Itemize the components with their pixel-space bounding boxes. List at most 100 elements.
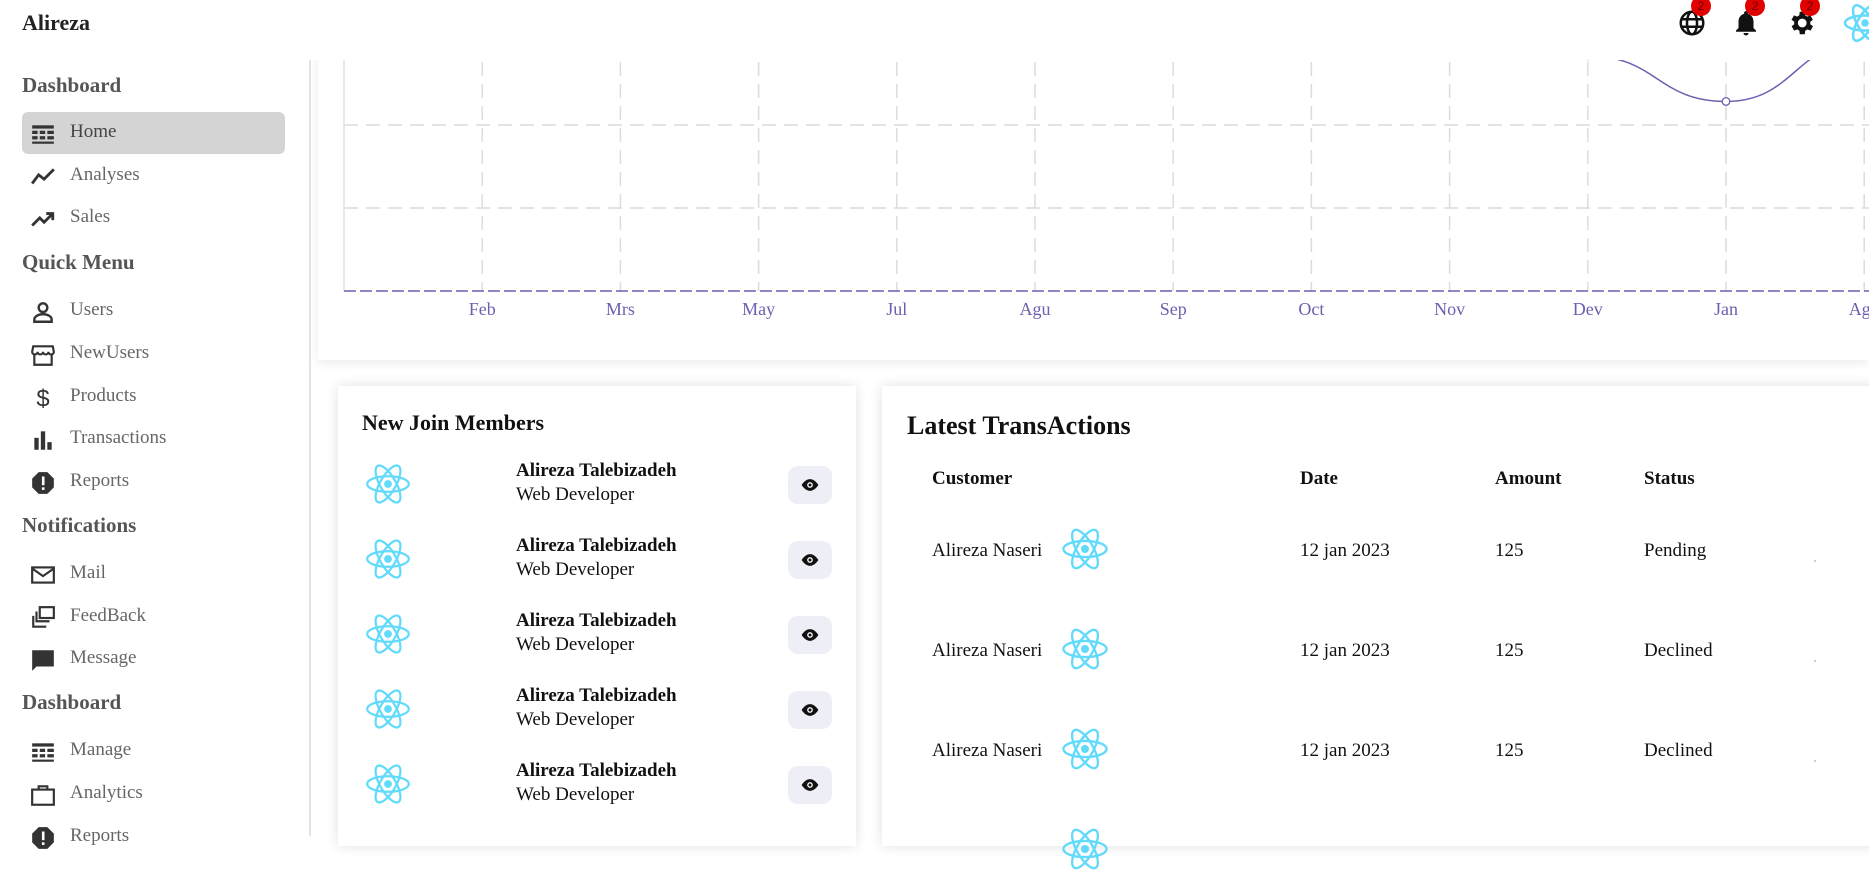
report-icon	[30, 470, 56, 496]
section-title-notifications: Notifications	[22, 513, 137, 537]
sidebar-item-users[interactable]: Users	[22, 290, 285, 332]
sidebar-item-reports-2[interactable]: Reports	[22, 816, 285, 858]
notification-badge: 2	[1691, 0, 1711, 16]
transaction-status: Declined	[1644, 640, 1713, 661]
sidebar-item-label: Products	[70, 385, 137, 406]
sidebar-item-newusers[interactable]: NewUsers	[22, 333, 285, 375]
person-icon	[30, 299, 56, 325]
member-name: Alireza Talebizadeh	[516, 685, 677, 706]
table-row: Alireza Naseri 12 jan 2023 125 Pending	[882, 524, 1869, 624]
chat-bubble-icon	[30, 647, 56, 673]
notification-badge: 2	[1800, 0, 1820, 16]
section-title-quick-menu: Quick Menu	[22, 250, 135, 274]
manage-icon	[30, 739, 56, 765]
member-role: Web Developer	[516, 634, 635, 655]
view-member-button[interactable]	[788, 691, 832, 729]
member-role: Web Developer	[516, 559, 635, 580]
timeline-icon	[30, 164, 56, 190]
view-member-button[interactable]	[788, 616, 832, 654]
sidebar-item-mail[interactable]: Mail	[22, 553, 285, 595]
member-row: Alireza Talebizadeh Web Developer	[362, 604, 832, 664]
sidebar-item-label: Analyses	[70, 164, 140, 185]
report-icon	[30, 825, 56, 851]
transaction-amount: 125	[1495, 640, 1524, 661]
x-tick-label: Sep	[1160, 299, 1187, 319]
table-row: Alireza Naseri 12 jan 2023 125 Declined	[882, 624, 1869, 724]
sidebar-item-label: Users	[70, 299, 114, 320]
member-name: Alireza Talebizadeh	[516, 460, 677, 481]
react-avatar-icon	[362, 610, 414, 658]
chart-panel: Feb Mrs May Jul Agu Sep Oct Nov Dev Jan Agu	[318, 40, 1869, 360]
sidebar: Dashboard Home Analyses Sales Quick Menu…	[0, 60, 310, 849]
react-avatar-icon	[362, 460, 414, 508]
table-row: Alireza Naseri 12 jan 2023 125 Declined	[882, 724, 1869, 824]
trending-up-icon	[30, 206, 56, 232]
notification-badge: 2	[1745, 0, 1765, 16]
sidebar-item-analytics[interactable]: Analytics	[22, 773, 285, 815]
mail-icon	[30, 562, 56, 588]
member-row: Alireza Talebizadeh Web Developer	[362, 454, 832, 514]
view-member-button[interactable]	[788, 541, 832, 579]
x-tick-label: Agu	[1849, 299, 1869, 319]
react-avatar-icon	[1058, 824, 1112, 874]
column-header-amount: Amount	[1495, 468, 1562, 489]
sidebar-item-reports[interactable]: Reports	[22, 461, 285, 503]
sidebar-item-label: Sales	[70, 206, 111, 227]
section-title-dashboard: Dashboard	[22, 73, 122, 97]
sidebar-item-manage[interactable]: Manage	[22, 730, 285, 772]
react-avatar-icon	[1058, 524, 1112, 574]
storefront-icon	[30, 342, 56, 368]
members-title: New Join Members	[362, 410, 545, 435]
sidebar-item-sales[interactable]: Sales	[22, 197, 285, 239]
brand-logo[interactable]: Alireza	[22, 10, 90, 36]
column-header-status: Status	[1644, 468, 1695, 489]
view-member-button[interactable]	[788, 466, 832, 504]
react-avatar-icon	[1058, 724, 1112, 774]
member-name: Alireza Talebizadeh	[516, 610, 677, 631]
transaction-status: Pending	[1644, 540, 1707, 561]
sidebar-item-label: NewUsers	[70, 342, 150, 363]
customer-name: Alireza Naseri	[932, 740, 1043, 761]
sidebar-item-label: Manage	[70, 739, 132, 760]
x-tick-label: Feb	[469, 299, 496, 319]
sidebar-item-label: Reports	[70, 825, 130, 846]
x-tick-label: Dev	[1573, 299, 1603, 319]
x-tick-label: Jan	[1714, 299, 1738, 319]
react-avatar-icon	[362, 685, 414, 733]
top-bar: Alireza 2 2 2	[0, 0, 1869, 60]
sidebar-item-message[interactable]: Message	[22, 638, 285, 680]
member-row: Alireza Talebizadeh Web Developer	[362, 679, 832, 739]
dollar-icon: $	[30, 385, 56, 411]
react-avatar-icon	[362, 535, 414, 583]
bell-icon[interactable]: 2	[1731, 0, 1765, 38]
sidebar-item-analyses[interactable]: Analyses	[22, 155, 285, 197]
data-point[interactable]	[1721, 97, 1731, 106]
x-tick-label: May	[742, 299, 775, 319]
member-role: Web Developer	[516, 709, 635, 730]
x-tick-label: Nov	[1434, 299, 1465, 319]
sidebar-item-home[interactable]: Home	[22, 112, 285, 154]
bar-chart-icon	[30, 427, 56, 453]
member-name: Alireza Talebizadeh	[516, 535, 677, 556]
sidebar-item-feedback[interactable]: FeedBack	[22, 596, 285, 638]
sidebar-item-label: Home	[70, 121, 117, 142]
language-icon[interactable]: 2	[1677, 0, 1711, 38]
member-role: Web Developer	[516, 484, 635, 505]
customer-name: Alireza Naseri	[932, 640, 1043, 661]
transaction-status: Declined	[1644, 740, 1713, 761]
transaction-date: 12 jan 2023	[1300, 640, 1390, 661]
react-logo-icon[interactable]	[1840, 0, 1869, 46]
view-member-button[interactable]	[788, 766, 832, 804]
react-avatar-icon	[1058, 624, 1112, 674]
member-role: Web Developer	[516, 784, 635, 805]
row-divider	[1814, 760, 1816, 762]
x-tick-label: Agu	[1020, 299, 1051, 319]
member-row: Alireza Talebizadeh Web Developer	[362, 529, 832, 589]
sidebar-item-products[interactable]: $ Products	[22, 376, 285, 418]
gear-icon[interactable]: 2	[1786, 0, 1820, 38]
row-divider	[1814, 660, 1816, 662]
section-title-dashboard-2: Dashboard	[22, 690, 122, 714]
column-header-customer: Customer	[932, 468, 1013, 489]
sidebar-item-label: Analytics	[70, 782, 143, 803]
sidebar-item-transactions[interactable]: Transactions	[22, 418, 285, 460]
